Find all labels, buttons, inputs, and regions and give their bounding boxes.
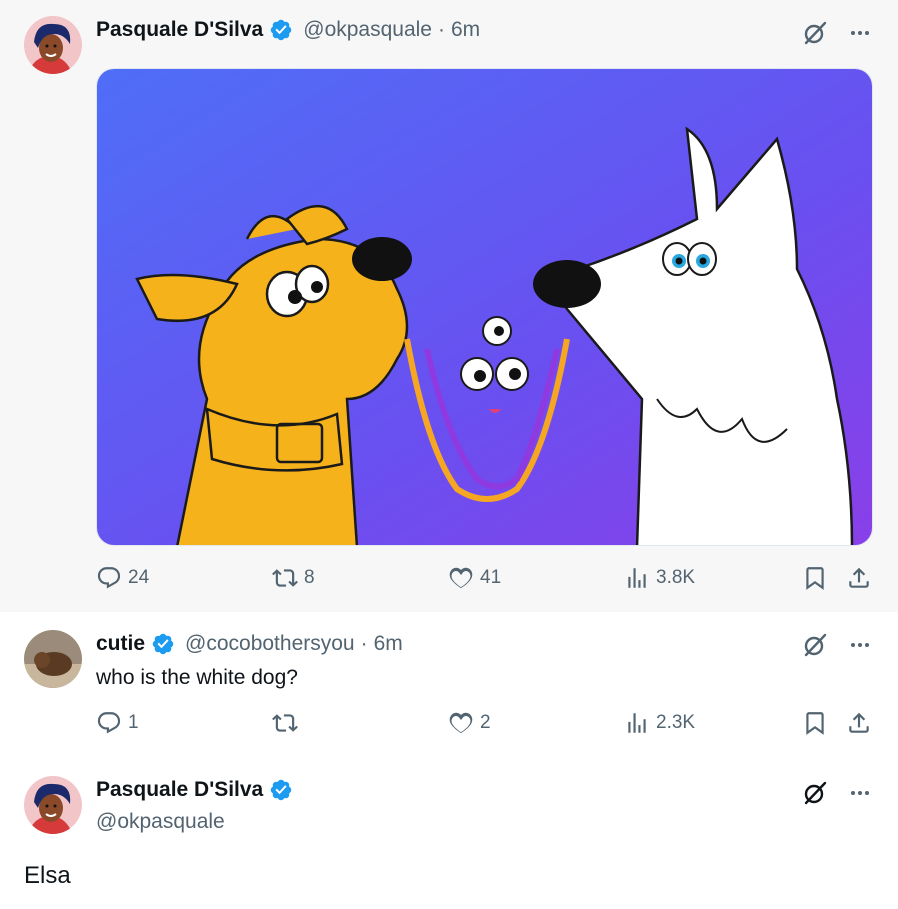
- like-count: 2: [480, 712, 491, 733]
- tweet-handle-row: @okpasquale: [96, 810, 225, 834]
- avatar[interactable]: [24, 630, 82, 688]
- separator-dot: ·: [360, 632, 368, 655]
- repost-icon: [272, 565, 298, 591]
- bookmark-button[interactable]: [802, 565, 828, 591]
- tweet[interactable]: Pasquale D'Silva @okpasquale Elsa: [0, 760, 898, 909]
- verified-badge-icon: [269, 778, 293, 802]
- tweet-media-image[interactable]: [96, 68, 873, 546]
- tweet-text: who is the white dog?: [96, 666, 298, 689]
- author-name[interactable]: Pasquale D'Silva: [96, 778, 263, 802]
- author-handle[interactable]: @cocobothersyou: [185, 632, 355, 656]
- like-count: 41: [480, 567, 502, 588]
- tweet[interactable]: Pasquale D'Silva @okpasquale · 6m 24 8 4…: [0, 0, 898, 612]
- like-button[interactable]: 2: [448, 710, 491, 736]
- tweet-actions: 1 2 2.3K: [96, 710, 876, 740]
- timestamp[interactable]: 6m: [451, 18, 480, 42]
- share-icon: [846, 710, 872, 736]
- more-icon[interactable]: [848, 21, 872, 45]
- grok-icon[interactable]: [802, 780, 828, 806]
- tweet-actions: 24 8 41 3.8K: [96, 565, 876, 595]
- tweet-text: Elsa: [24, 862, 71, 889]
- reply-icon: [96, 710, 122, 736]
- reply-icon: [96, 565, 122, 591]
- like-icon: [448, 565, 474, 591]
- tweet-top-actions: [802, 780, 872, 806]
- timestamp[interactable]: 6m: [374, 632, 403, 656]
- share-button[interactable]: [846, 710, 872, 736]
- reply-button[interactable]: 1: [96, 710, 139, 736]
- bookmark-icon: [802, 710, 828, 736]
- grok-icon[interactable]: [802, 632, 828, 658]
- grok-icon[interactable]: [802, 20, 828, 46]
- tweet-header: Pasquale D'Silva: [96, 778, 293, 802]
- verified-badge-icon: [269, 18, 293, 42]
- reply-button[interactable]: 24: [96, 565, 149, 591]
- views-button[interactable]: 3.8K: [624, 565, 695, 591]
- repost-count: 8: [304, 567, 315, 588]
- tweet-header: cutie @cocobothersyou · 6m: [96, 632, 403, 656]
- tweet-top-actions: [802, 20, 872, 46]
- reply-count: 1: [128, 712, 139, 733]
- more-icon[interactable]: [848, 781, 872, 805]
- avatar[interactable]: [24, 16, 82, 74]
- author-name[interactable]: cutie: [96, 632, 145, 656]
- separator-dot: ·: [438, 18, 445, 41]
- verified-badge-icon: [151, 632, 175, 656]
- repost-button[interactable]: [272, 710, 304, 736]
- views-button[interactable]: 2.3K: [624, 710, 695, 736]
- views-count: 3.8K: [656, 567, 696, 588]
- repost-icon: [272, 710, 298, 736]
- tweet-header: Pasquale D'Silva @okpasquale · 6m: [96, 18, 480, 42]
- more-icon[interactable]: [848, 633, 872, 657]
- share-button[interactable]: [846, 565, 872, 591]
- views-count: 2.3K: [656, 712, 696, 733]
- bookmark-button[interactable]: [802, 710, 828, 736]
- author-name[interactable]: Pasquale D'Silva: [96, 18, 263, 42]
- repost-button[interactable]: 8: [272, 565, 315, 591]
- views-icon: [624, 710, 650, 736]
- bookmark-icon: [802, 565, 828, 591]
- share-icon: [846, 565, 872, 591]
- views-icon: [624, 565, 650, 591]
- reply-count: 24: [128, 567, 150, 588]
- tweet[interactable]: cutie @cocobothersyou · 6m who is the wh…: [0, 612, 898, 760]
- avatar[interactable]: [24, 776, 82, 834]
- tweet-top-actions: [802, 632, 872, 658]
- author-handle[interactable]: @okpasquale: [303, 18, 432, 42]
- author-handle[interactable]: @okpasquale: [96, 810, 225, 834]
- like-icon: [448, 710, 474, 736]
- like-button[interactable]: 41: [448, 565, 501, 591]
